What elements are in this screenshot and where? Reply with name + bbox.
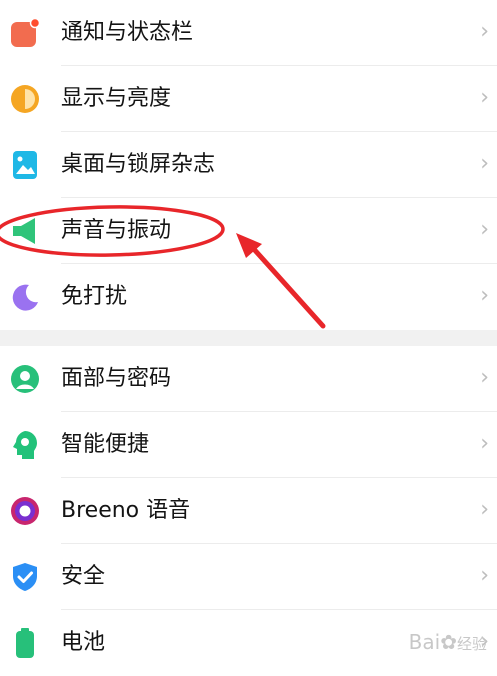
- settings-item-label: 安全: [61, 564, 106, 589]
- paw-icon: ✿: [440, 630, 457, 654]
- settings-item-label: 智能便捷: [61, 432, 150, 457]
- chevron-right-icon: ›: [480, 563, 489, 588]
- settings-item-label: 面部与密码: [61, 366, 172, 391]
- settings-item-label: 电池: [61, 630, 106, 655]
- settings-item-face-password[interactable]: 面部与密码 ›: [0, 346, 497, 412]
- moon-icon: [12, 284, 38, 311]
- settings-group-security: 面部与密码 › 智能便捷 › Breeno 语音 › 安全 › 电池 ›: [0, 346, 497, 662]
- settings-item-notifications[interactable]: 通知与状态栏 ›: [0, 0, 497, 66]
- chevron-right-icon: ›: [480, 217, 489, 242]
- settings-item-label: 通知与状态栏: [61, 20, 194, 45]
- settings-item-do-not-disturb[interactable]: 免打扰 ›: [0, 264, 497, 330]
- settings-group-display: 通知与状态栏 › 显示与亮度 › 桌面与锁屏杂志 › 声音与振动 › 免打扰 ›: [0, 0, 497, 330]
- settings-item-smart-services[interactable]: 智能便捷 ›: [0, 412, 497, 478]
- watermark-sub: 经验: [456, 635, 487, 653]
- face-icon: [11, 365, 39, 393]
- settings-item-label: 桌面与锁屏杂志: [61, 152, 216, 177]
- wallpaper-icon: [13, 151, 37, 179]
- chevron-right-icon: ›: [480, 85, 489, 110]
- settings-item-sound[interactable]: 声音与振动 ›: [0, 198, 497, 264]
- settings-item-display[interactable]: 显示与亮度 ›: [0, 66, 497, 132]
- settings-item-label: 免打扰: [61, 284, 128, 309]
- chevron-right-icon: ›: [480, 431, 489, 456]
- shield-icon: [13, 563, 37, 591]
- chevron-right-icon: ›: [480, 19, 489, 44]
- section-separator: [0, 330, 497, 346]
- settings-item-label: Breeno 语音: [61, 498, 191, 523]
- chevron-right-icon: ›: [480, 151, 489, 176]
- notification-icon: [11, 18, 40, 47]
- settings-item-security[interactable]: 安全 ›: [0, 544, 497, 610]
- watermark-brand: Bai: [408, 630, 441, 654]
- chevron-right-icon: ›: [480, 497, 489, 522]
- breeno-icon: [11, 497, 39, 525]
- baidu-watermark: Bai✿经验: [409, 630, 487, 654]
- chevron-right-icon: ›: [480, 365, 489, 390]
- smart-head-icon: [13, 431, 37, 459]
- battery-icon: [16, 628, 34, 658]
- settings-item-label: 声音与振动: [61, 218, 172, 243]
- settings-item-breeno-voice[interactable]: Breeno 语音 ›: [0, 478, 497, 544]
- speaker-icon: [13, 218, 35, 244]
- chevron-right-icon: ›: [480, 283, 489, 308]
- brightness-icon: [11, 85, 39, 113]
- settings-item-label: 显示与亮度: [61, 86, 172, 111]
- settings-item-wallpaper[interactable]: 桌面与锁屏杂志 ›: [0, 132, 497, 198]
